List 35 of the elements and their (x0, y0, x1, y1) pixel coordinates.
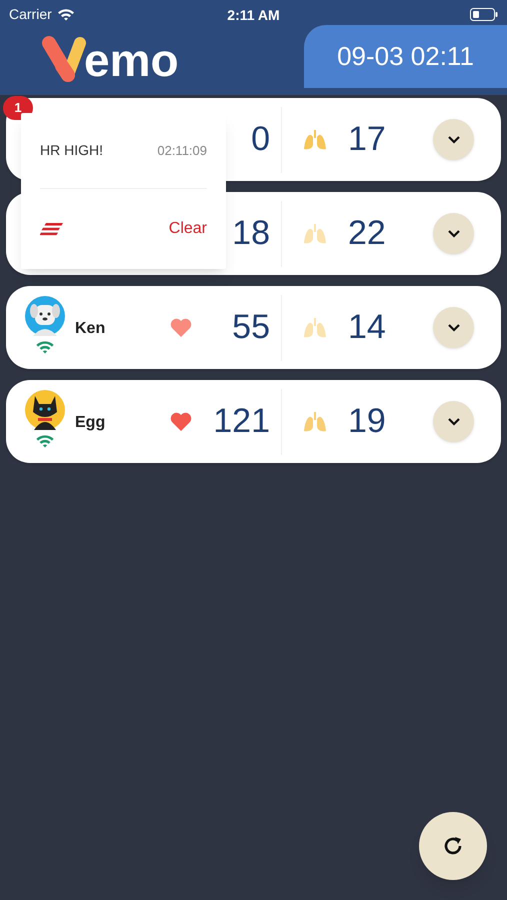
wifi-icon (56, 8, 75, 20)
alert-message: HR HIGH! (40, 141, 103, 160)
list-icon[interactable] (40, 222, 64, 236)
chevron-down-icon (446, 323, 460, 332)
chevron-down-icon (446, 135, 460, 144)
signal-icon (35, 340, 55, 354)
respiration-value: 17 (348, 119, 386, 160)
cat-avatar-icon (25, 390, 65, 430)
chevron-down-icon (446, 417, 460, 426)
battery-icon (470, 8, 498, 20)
clear-button[interactable]: Clear (168, 217, 207, 241)
respiration-value: 22 (348, 213, 386, 254)
heart-rate-value: 55 (231, 307, 270, 348)
carrier-label: Carrier (9, 4, 52, 24)
patient-name: Ken (75, 319, 106, 339)
alert-time: 02:11:09 (157, 142, 207, 160)
heart-rate-value: 18 (231, 213, 270, 254)
heart-rate-value: 121 (212, 401, 270, 442)
datetime-panel: 09-03 02:11 (304, 25, 507, 88)
refresh-icon (442, 835, 464, 857)
expand-button[interactable] (433, 213, 474, 254)
expand-button[interactable] (433, 307, 474, 348)
patient-name: Egg (75, 413, 106, 433)
logo-text: emo (84, 37, 179, 83)
patient-card[interactable]: Ken 55 14 (6, 286, 501, 369)
patient-card[interactable]: Egg 121 19 (6, 380, 501, 463)
expand-button[interactable] (433, 401, 474, 442)
heart-rate-value: 0 (250, 119, 270, 160)
respiration-value: 14 (348, 307, 386, 348)
dog-avatar-icon (25, 296, 65, 336)
clock-time: 2:11 AM (227, 6, 280, 25)
chevron-down-icon (446, 229, 460, 238)
signal-icon (35, 434, 55, 448)
respiration-value: 19 (348, 401, 386, 442)
expand-button[interactable] (433, 119, 474, 160)
